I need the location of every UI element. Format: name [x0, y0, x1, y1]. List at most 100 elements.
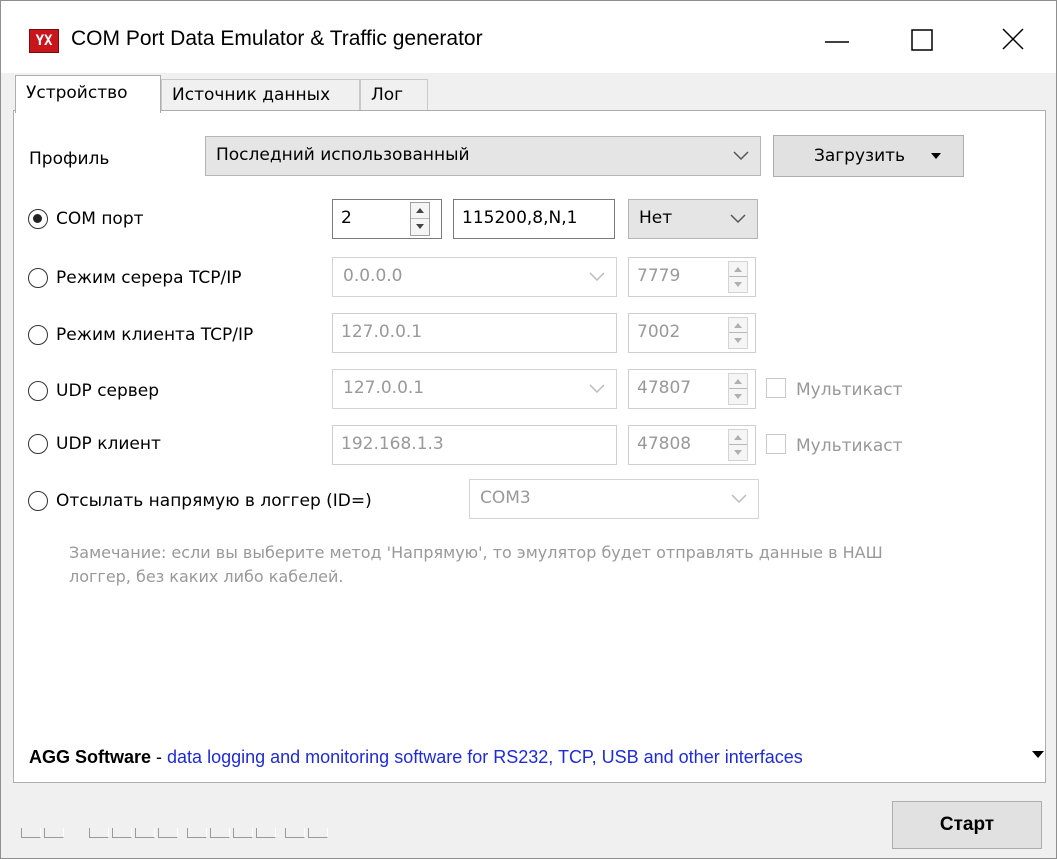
- arrow-up-icon: [734, 379, 742, 384]
- arrow-up-icon: [416, 208, 424, 213]
- udp-server-address-value: 127.0.0.1: [343, 378, 425, 398]
- tcp-server-port-spinner[interactable]: [728, 261, 748, 293]
- udp-client-address-value: 192.168.1.3: [341, 434, 444, 454]
- direct-mode-note: Замечание: если вы выберите метод 'Напря…: [69, 543, 883, 586]
- chevron-down-icon: [730, 214, 746, 224]
- status-indicator: [210, 828, 230, 838]
- flow-control-value: Нет: [639, 208, 673, 228]
- chevron-down-icon: [731, 494, 747, 504]
- tab-device[interactable]: Устройство: [15, 75, 161, 113]
- direct-logger-radio[interactable]: [28, 491, 48, 511]
- com-port-radio[interactable]: [28, 209, 48, 229]
- com-port-spinner[interactable]: [410, 202, 430, 236]
- minimize-icon: [825, 41, 849, 43]
- app-icon: YX: [29, 29, 59, 53]
- minimize-button[interactable]: [807, 15, 867, 65]
- arrow-down-icon: [416, 224, 424, 229]
- maximize-icon: [911, 29, 933, 51]
- status-indicator: [285, 828, 305, 838]
- profile-selected-value: Последний использованный: [216, 145, 470, 165]
- spin-down-button[interactable]: [729, 277, 747, 292]
- footer-banner[interactable]: AGG Software - data logging and monitori…: [29, 747, 803, 768]
- udp-server-label: UDP сервер: [56, 381, 160, 401]
- status-indicator-group: [187, 828, 276, 838]
- udp-server-multicast-label: Мультикаст: [796, 380, 903, 400]
- tcp-server-address-value: 0.0.0.0: [343, 266, 403, 286]
- tcp-client-port-value: 7002: [637, 322, 681, 342]
- direct-logger-select[interactable]: COM3: [469, 479, 759, 519]
- tab-data-source[interactable]: Источник данных: [161, 79, 360, 111]
- tcp-client-port-spinner[interactable]: [728, 317, 748, 349]
- udp-client-port-value: 47808: [637, 434, 692, 454]
- footer-link[interactable]: data logging and monitoring software for…: [167, 747, 803, 767]
- udp-client-label: UDP клиент: [56, 434, 161, 454]
- udp-client-radio[interactable]: [28, 434, 48, 454]
- chevron-down-icon: [589, 384, 605, 394]
- tab-bar: Устройство Источник данных Лог: [15, 73, 1045, 113]
- spin-down-button[interactable]: [729, 333, 747, 348]
- status-indicator: [158, 828, 178, 838]
- close-icon: [1002, 28, 1024, 50]
- direct-logger-value: COM3: [480, 488, 531, 508]
- status-indicator-group: [21, 828, 64, 838]
- footer-separator: -: [151, 747, 168, 767]
- status-indicator: [233, 828, 253, 838]
- udp-client-multicast-label: Мультикаст: [796, 436, 903, 456]
- title-bar[interactable]: YX COM Port Data Emulator & Traffic gene…: [1, 1, 1056, 73]
- close-button[interactable]: [983, 15, 1043, 65]
- arrow-down-icon: [734, 450, 742, 455]
- status-indicator: [44, 828, 64, 838]
- tcp-client-address-value: 127.0.0.1: [341, 322, 423, 342]
- udp-server-port-spinner[interactable]: [728, 373, 748, 405]
- flow-control-select[interactable]: Нет: [628, 199, 758, 239]
- maximize-button[interactable]: [893, 15, 953, 65]
- com-port-label: COM порт: [56, 209, 144, 229]
- status-indicator: [135, 828, 155, 838]
- direct-logger-label: Отсылать напрямую в логгер (ID=): [56, 491, 372, 511]
- caret-down-icon[interactable]: [1031, 750, 1045, 760]
- udp-client-address-input[interactable]: 192.168.1.3: [332, 425, 617, 465]
- profile-label: Профиль: [29, 149, 110, 169]
- tcp-server-address-select[interactable]: 0.0.0.0: [332, 257, 617, 297]
- spin-up-button[interactable]: [729, 374, 747, 389]
- start-button[interactable]: Старт: [892, 801, 1042, 849]
- chevron-down-icon: [589, 272, 605, 282]
- com-port-settings-value: 115200,8,N,1: [462, 208, 578, 228]
- udp-server-multicast-checkbox[interactable]: [766, 378, 786, 398]
- profile-select[interactable]: Последний использованный: [205, 136, 761, 176]
- arrow-up-icon: [734, 435, 742, 440]
- status-indicator-group: [89, 828, 178, 838]
- udp-server-address-select[interactable]: 127.0.0.1: [332, 369, 617, 409]
- spin-down-button[interactable]: [729, 445, 747, 460]
- brand-name: AGG Software: [29, 747, 152, 767]
- spin-down-button[interactable]: [729, 389, 747, 404]
- tab-log[interactable]: Лог: [360, 79, 428, 111]
- app-window: YX COM Port Data Emulator & Traffic gene…: [0, 0, 1057, 859]
- tcp-client-radio[interactable]: [28, 325, 48, 345]
- tcp-client-label: Режим клиента TCP/IP: [56, 325, 254, 345]
- status-indicator-group: [285, 828, 328, 838]
- status-indicator: [112, 828, 132, 838]
- udp-server-radio[interactable]: [28, 381, 48, 401]
- com-port-settings-input[interactable]: 115200,8,N,1: [453, 199, 615, 239]
- tcp-server-radio[interactable]: [28, 268, 48, 288]
- spin-down-button[interactable]: [411, 219, 429, 235]
- udp-client-multicast-checkbox[interactable]: [766, 434, 786, 454]
- load-profile-button[interactable]: Загрузить: [773, 135, 964, 177]
- window-title: COM Port Data Emulator & Traffic generat…: [71, 27, 483, 50]
- udp-server-port-value: 47807: [637, 378, 692, 398]
- caret-down-icon: [931, 153, 941, 159]
- load-button-label: Загрузить: [813, 146, 906, 166]
- tcp-server-label: Режим серера TCP/IP: [56, 268, 242, 288]
- spin-up-button[interactable]: [729, 262, 747, 277]
- tcp-client-address-input[interactable]: 127.0.0.1: [332, 313, 617, 353]
- arrow-down-icon: [734, 394, 742, 399]
- spin-up-button[interactable]: [411, 203, 429, 219]
- status-indicator: [89, 828, 109, 838]
- chevron-down-icon: [733, 151, 749, 161]
- status-indicator: [256, 828, 276, 838]
- spin-up-button[interactable]: [729, 430, 747, 445]
- udp-client-port-spinner[interactable]: [728, 429, 748, 461]
- spin-up-button[interactable]: [729, 318, 747, 333]
- com-port-number-value: 2: [341, 208, 352, 228]
